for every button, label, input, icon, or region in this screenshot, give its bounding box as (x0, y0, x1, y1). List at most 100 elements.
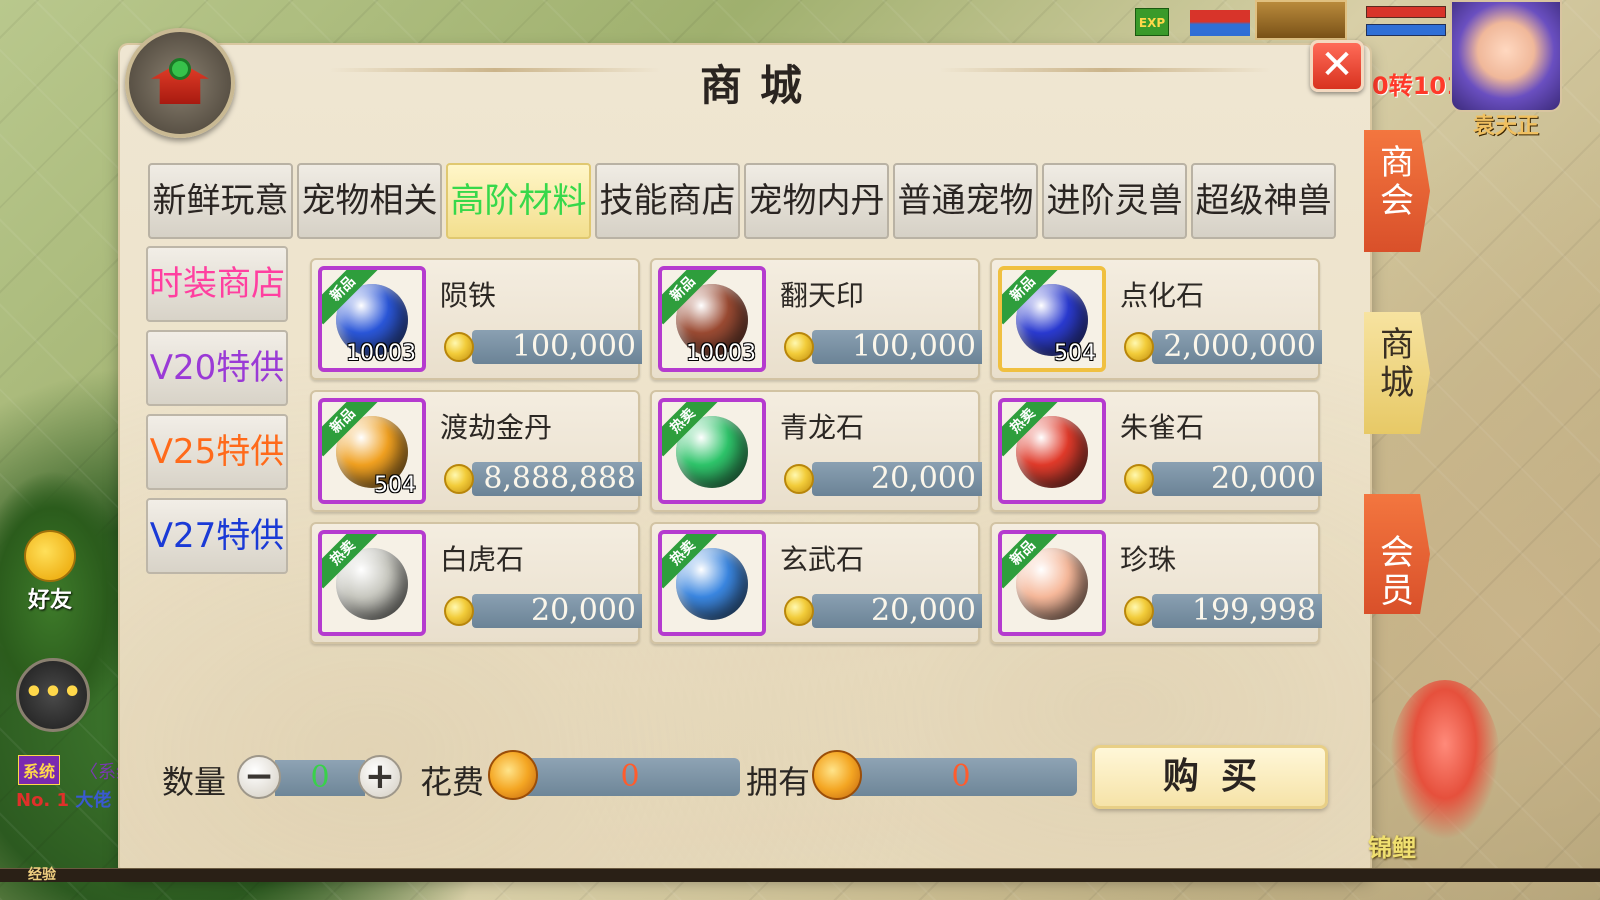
title-ornament-right (940, 68, 1270, 72)
item-card[interactable]: 新品 504 点化石 2,000,000 (990, 258, 1322, 380)
quantity-label: 数量 (162, 763, 227, 801)
tab-pet-core[interactable]: 宠物内丹 (744, 163, 889, 239)
coin-icon (1124, 464, 1154, 494)
item-stock: 10003 (686, 341, 756, 366)
buy-button[interactable]: 购买 (1092, 745, 1328, 809)
side-tab-fashion-shop[interactable]: 时装商店 (146, 246, 288, 322)
item-grid: 新品 10003 陨铁 100,000 新品 10003 翻天印 100,000… (310, 258, 1322, 644)
system-tag: 系统 (18, 755, 61, 785)
player-name: 袁天正 (1472, 114, 1539, 139)
item-icon-frame: 热卖 (658, 398, 766, 504)
side-tab-v27-special[interactable]: V27特供 (146, 498, 288, 574)
shop-title: 商城 (699, 61, 820, 110)
item-price: 100,000 (812, 330, 982, 364)
tab-super-beasts[interactable]: 超级神兽 (1191, 163, 1336, 239)
side-tab-v25-special[interactable]: V25特供 (146, 414, 288, 490)
coin-icon (784, 596, 814, 626)
side-tab-v20-special[interactable]: V20特供 (146, 330, 288, 406)
item-icon-frame: 新品 504 (998, 266, 1106, 372)
item-icon-frame: 新品 504 (318, 398, 426, 504)
item-price: 2,000,000 (1152, 330, 1322, 364)
experience-bar (0, 868, 1600, 882)
item-icon-frame: 热卖 (318, 530, 426, 636)
item-name: 渡劫金丹 (440, 411, 553, 444)
player-avatar[interactable] (1450, 0, 1562, 112)
side-category-tabs: 时装商店 V20特供 V25特供 V27特供 (146, 246, 288, 574)
owned-label: 拥有 (746, 763, 811, 801)
friends-button[interactable]: 好友 (14, 530, 86, 613)
item-card[interactable]: 新品 10003 翻天印 100,000 (650, 258, 982, 380)
coin-icon (1124, 596, 1154, 626)
side-tab-mall[interactable]: 商城 (1364, 312, 1430, 434)
friends-icon (24, 530, 76, 582)
rank-name: 大佬 (75, 790, 112, 811)
item-icon-frame: 新品 10003 (318, 266, 426, 372)
tab-pet-related[interactable]: 宠物相关 (297, 163, 442, 239)
owned-value: 0 (845, 758, 1077, 796)
coin-icon (444, 332, 474, 362)
rank-prefix: No. 1 (16, 790, 70, 811)
item-stock: 504 (1054, 341, 1096, 366)
hp-bar (1366, 6, 1446, 18)
cost-label: 花费 (420, 763, 485, 801)
item-price: 20,000 (472, 594, 642, 628)
item-price: 8,888,888 (472, 462, 642, 496)
coin-icon (784, 464, 814, 494)
item-card[interactable]: 新品 504 渡劫金丹 8,888,888 (310, 390, 642, 512)
decrease-quantity-button[interactable]: − (237, 755, 281, 799)
coin-icon (784, 332, 814, 362)
tab-advanced-beasts[interactable]: 进阶灵兽 (1042, 163, 1187, 239)
friends-label: 好友 (27, 588, 72, 613)
tab-normal-pets[interactable]: 普通宠物 (893, 163, 1038, 239)
item-price: 20,000 (812, 594, 982, 628)
title-ornament-left (330, 68, 660, 72)
side-tab-chamber-of-commerce[interactable]: 商会 (1364, 130, 1430, 252)
ingot-currency-icon (488, 750, 538, 800)
item-name: 白虎石 (440, 543, 525, 576)
shop-emblem-icon (125, 28, 235, 138)
tab-novelties[interactable]: 新鲜玩意 (148, 163, 293, 239)
side-tab-membership[interactable]: 会员 (1364, 494, 1430, 614)
koi-pet-label: 锦鲤 (1368, 834, 1416, 862)
item-card[interactable]: 新品 珍珠 199,998 (990, 522, 1322, 644)
item-card[interactable]: 热卖 白虎石 20,000 (310, 522, 642, 644)
item-name: 陨铁 (440, 279, 497, 312)
item-icon-frame: 热卖 (658, 530, 766, 636)
item-price: 100,000 (472, 330, 642, 364)
category-tabs: 新鲜玩意 宠物相关 高阶材料 技能商店 宠物内丹 普通宠物 进阶灵兽 超级神兽 (148, 163, 1336, 239)
item-name: 点化石 (1120, 279, 1205, 312)
item-card[interactable]: 热卖 玄武石 20,000 (650, 522, 982, 644)
item-name: 珍珠 (1120, 543, 1177, 576)
coin-icon (1124, 332, 1154, 362)
item-name: 朱雀石 (1120, 411, 1205, 444)
close-button[interactable]: ✕ (1310, 40, 1364, 92)
chat-button[interactable]: ••• (16, 658, 90, 732)
item-price: 20,000 (1152, 462, 1322, 496)
tab-advanced-materials[interactable]: 高阶材料 (446, 163, 591, 239)
tab-skill-shop[interactable]: 技能商店 (595, 163, 740, 239)
coin-icon (444, 596, 474, 626)
item-price: 20,000 (812, 462, 982, 496)
item-icon-frame: 热卖 (998, 398, 1106, 504)
pet-portrait[interactable] (1255, 0, 1347, 40)
mp-bar (1366, 24, 1446, 36)
cost-value: 0 (520, 758, 740, 796)
coin-icon (444, 464, 474, 494)
item-icon-frame: 新品 (998, 530, 1106, 636)
item-stock: 504 (374, 473, 416, 498)
shop-coin-shape (169, 58, 191, 80)
item-price: 199,998 (1152, 594, 1322, 628)
item-card[interactable]: 新品 10003 陨铁 100,000 (310, 258, 642, 380)
item-stock: 10003 (346, 341, 416, 366)
pet-status-bars (1190, 10, 1250, 36)
increase-quantity-button[interactable]: + (358, 755, 402, 799)
item-card[interactable]: 热卖 青龙石 20,000 (650, 390, 982, 512)
item-name: 青龙石 (780, 411, 865, 444)
ingot-currency-icon (812, 750, 862, 800)
koi-fish-pet (1390, 680, 1500, 840)
item-card[interactable]: 热卖 朱雀石 20,000 (990, 390, 1322, 512)
exp-boost-icon[interactable]: EXP (1135, 8, 1169, 36)
quantity-input[interactable]: 0 (275, 760, 365, 796)
item-icon-frame: 新品 10003 (658, 266, 766, 372)
rank-message: No. 1 大佬 (16, 786, 111, 812)
